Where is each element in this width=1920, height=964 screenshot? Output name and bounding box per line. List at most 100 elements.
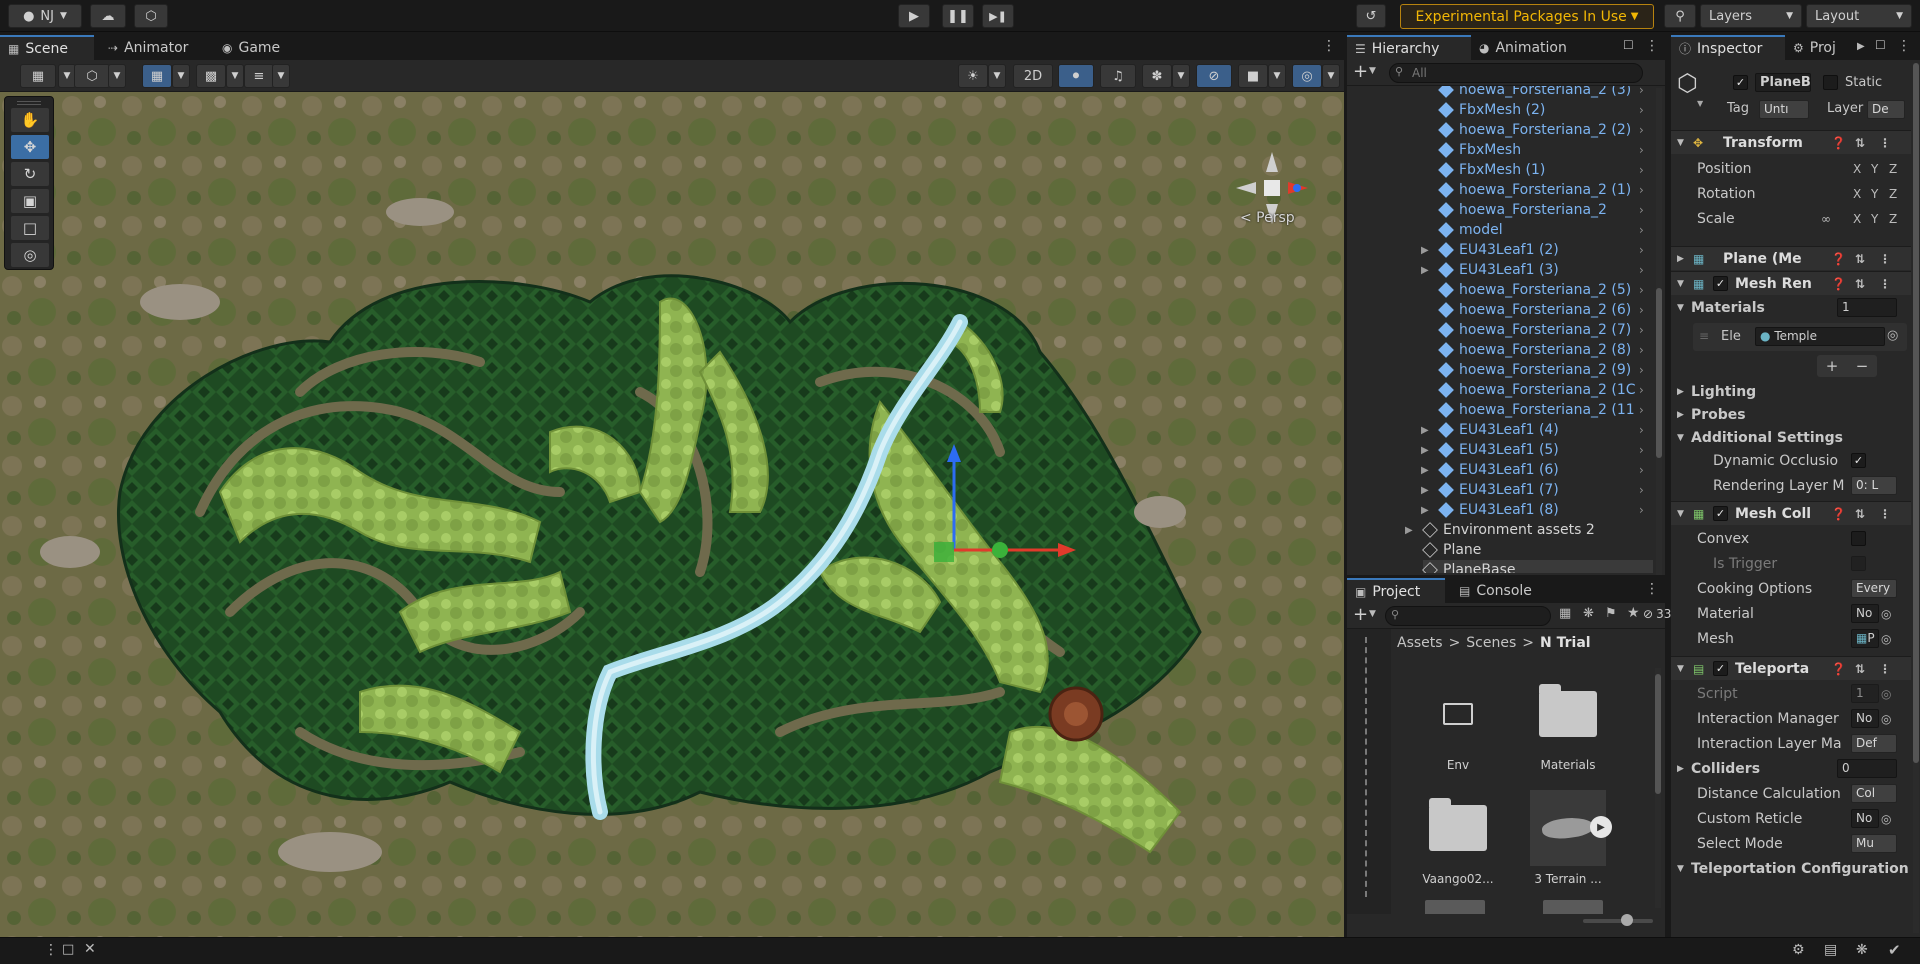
lock-icon[interactable]: ☐ — [1875, 38, 1886, 52]
chevron-down-icon[interactable]: ▼ — [172, 64, 190, 88]
asset-terrain[interactable]: ▶ 3 Terrain ... — [1523, 790, 1613, 886]
object-picker-icon[interactable]: ◎ — [1881, 632, 1891, 646]
remove-icon[interactable]: − — [1856, 357, 1869, 375]
hierarchy-item[interactable]: hoewa_Forsteriana_2 (1C › — [1438, 380, 1653, 400]
probes-foldout[interactable]: ▶ Probes — [1671, 403, 1911, 427]
hierarchy-item[interactable]: ▶ EU43Leaf1 (6) › — [1421, 460, 1653, 480]
open-prefab-icon[interactable]: › — [1639, 403, 1644, 417]
mesh-field[interactable]: ▦P — [1851, 629, 1879, 648]
chevron-down-icon[interactable]: ▼ — [1369, 66, 1376, 76]
filter-type-icon[interactable]: ▦ — [1559, 606, 1571, 621]
check-circle-icon[interactable]: ✔ — [1888, 941, 1901, 959]
open-prefab-icon[interactable]: › — [1639, 323, 1644, 337]
open-prefab-icon[interactable]: › — [1639, 363, 1644, 377]
expand-arrow-icon[interactable]: ▶ — [1421, 425, 1429, 436]
lighting-toggle-icon[interactable]: ☀ — [958, 64, 988, 88]
hierarchy-item[interactable]: PlaneBase — [1422, 560, 1653, 573]
hand-tool-icon[interactable]: ✋ — [11, 108, 49, 132]
dynamic-occlusion-checkbox[interactable]: ✓ — [1851, 453, 1866, 468]
search-icon[interactable]: ⚲ — [1664, 4, 1696, 28]
more-options-icon[interactable]: ⋮ — [1879, 252, 1891, 266]
open-prefab-icon[interactable]: › — [1639, 343, 1644, 357]
open-prefab-icon[interactable]: › — [1639, 203, 1644, 217]
scene-viewport[interactable]: < Persp ✋ ✥ ↻ ▣ □ ◎ — [0, 92, 1344, 937]
object-picker-icon[interactable]: ◎ — [1881, 812, 1891, 826]
grid-snap-icon[interactable]: ▦ — [142, 64, 172, 88]
hidden-packages-counter[interactable]: ⊘ 33 — [1643, 607, 1671, 621]
preset-icon[interactable]: ⇅ — [1855, 136, 1865, 150]
hierarchy-item[interactable]: model › — [1438, 220, 1653, 240]
layout-dropdown[interactable]: Layout ▼ — [1806, 4, 1912, 28]
link-icon[interactable]: ∞ — [1821, 212, 1831, 226]
play-preview-icon[interactable]: ▶ — [1590, 816, 1612, 838]
auto-generate-lighting-icon[interactable]: ❋ — [1856, 942, 1868, 958]
tag-dropdown[interactable]: Untı — [1759, 100, 1809, 119]
convex-checkbox[interactable] — [1851, 531, 1866, 546]
object-picker-icon[interactable]: ◎ — [1881, 712, 1891, 726]
tab-project-settings[interactable]: ⚙ Proj — [1785, 35, 1844, 60]
tab-scene[interactable]: ▦ Scene — [0, 35, 94, 60]
hierarchy-item[interactable]: hoewa_Forsteriana_2 (3) › — [1438, 86, 1653, 100]
pause-button[interactable]: ❚❚ — [942, 4, 974, 28]
hierarchy-item[interactable]: Plane — [1422, 540, 1653, 560]
select-mode-dropdown[interactable]: Mu — [1851, 834, 1897, 853]
filter-label-icon[interactable]: ❋ — [1583, 606, 1594, 621]
hierarchy-item[interactable]: ▶ Environment assets 2 — [1405, 520, 1653, 540]
chevron-down-icon[interactable]: ▼ — [108, 64, 126, 88]
mode-2d-button[interactable]: 2D — [1013, 64, 1053, 88]
rotate-tool-icon[interactable]: ↻ — [11, 162, 49, 186]
chevron-down-icon[interactable]: ▼ — [1172, 64, 1190, 88]
distance-calculation-dropdown[interactable]: Col — [1851, 784, 1897, 803]
help-icon[interactable]: ❓ — [1831, 136, 1846, 150]
custom-reticle-field[interactable]: No — [1851, 809, 1879, 828]
tab-game[interactable]: ◉ Game — [214, 35, 288, 60]
expand-arrow-icon[interactable]: ▶ — [1405, 525, 1413, 536]
open-prefab-icon[interactable]: › — [1639, 483, 1644, 497]
history-icon[interactable]: ↺ — [1356, 4, 1386, 28]
bug-icon[interactable]: ⚙ — [1792, 942, 1805, 958]
lighting-foldout[interactable]: ▶ Lighting — [1671, 380, 1911, 404]
expand-arrow-icon[interactable]: ▶ — [1421, 245, 1429, 256]
asset-env[interactable]: Env — [1413, 676, 1503, 772]
effects-icon[interactable]: ✽ — [1142, 64, 1172, 88]
teleportation-configuration-foldout[interactable]: ▼ Teleportation Configuration — [1671, 857, 1911, 881]
expand-arrow-icon[interactable]: ▶ — [1421, 485, 1429, 496]
asset-materials[interactable]: Materials — [1523, 676, 1613, 772]
shading-icon[interactable]: ⬡ — [74, 64, 110, 88]
help-icon[interactable]: ❓ — [1831, 252, 1846, 266]
open-prefab-icon[interactable]: › — [1639, 103, 1644, 117]
cooking-options-dropdown[interactable]: Every — [1851, 579, 1897, 598]
collab-icon[interactable]: ⬡ — [134, 4, 168, 28]
help-icon[interactable]: ❓ — [1831, 277, 1846, 291]
more-options-icon[interactable]: ⋮ — [1879, 136, 1891, 150]
object-name-field[interactable]: PlaneBa — [1755, 73, 1811, 92]
preset-icon[interactable]: ⇅ — [1855, 277, 1865, 291]
scene-visibility-icon[interactable]: ⊘ — [1196, 64, 1232, 88]
material-field[interactable]: ● Temple — [1755, 327, 1885, 346]
layer-dropdown[interactable]: De — [1867, 100, 1905, 119]
hierarchy-item[interactable]: hoewa_Forsteriana_2 (7) › — [1438, 320, 1653, 340]
layers-dropdown[interactable]: Layers ▼ — [1700, 4, 1802, 28]
more-options-icon[interactable]: ⋮ — [1645, 38, 1659, 54]
hierarchy-item[interactable]: ▶ EU43Leaf1 (5) › — [1421, 440, 1653, 460]
hierarchy-item[interactable]: ▶ EU43Leaf1 (8) › — [1421, 500, 1653, 520]
add-icon[interactable]: + — [1353, 61, 1368, 82]
increment-snap-icon[interactable]: ≡ — [244, 64, 274, 88]
interaction-manager-field[interactable]: No — [1851, 709, 1879, 728]
open-prefab-icon[interactable]: › — [1639, 243, 1644, 257]
chevron-down-icon[interactable]: ▼ — [1322, 64, 1340, 88]
more-options-icon[interactable]: ⋮ — [1879, 662, 1891, 676]
move-tool-icon[interactable]: ✥ — [11, 135, 49, 159]
rect-tool-icon[interactable]: □ — [11, 216, 49, 240]
hierarchy-scrollbar[interactable] — [1656, 88, 1662, 575]
more-options-icon[interactable]: ⋮ — [1879, 507, 1891, 521]
more-options-icon[interactable]: ⋮ — [1645, 581, 1659, 597]
hierarchy-item[interactable]: ▶ EU43Leaf1 (3) › — [1421, 260, 1653, 280]
chevron-right-icon[interactable]: ▶ — [1857, 41, 1865, 52]
physics-material-field[interactable]: No — [1851, 604, 1879, 623]
transform-header[interactable]: ▼ ✥ Transform ❓ ⇅ ⋮ — [1671, 130, 1911, 154]
mesh-collider-enabled-checkbox[interactable]: ✓ — [1713, 506, 1728, 521]
project-search-input[interactable] — [1385, 606, 1551, 626]
breadcrumb-assets[interactable]: Assets — [1397, 635, 1443, 651]
hierarchy-item[interactable]: FbxMesh › — [1438, 140, 1653, 160]
